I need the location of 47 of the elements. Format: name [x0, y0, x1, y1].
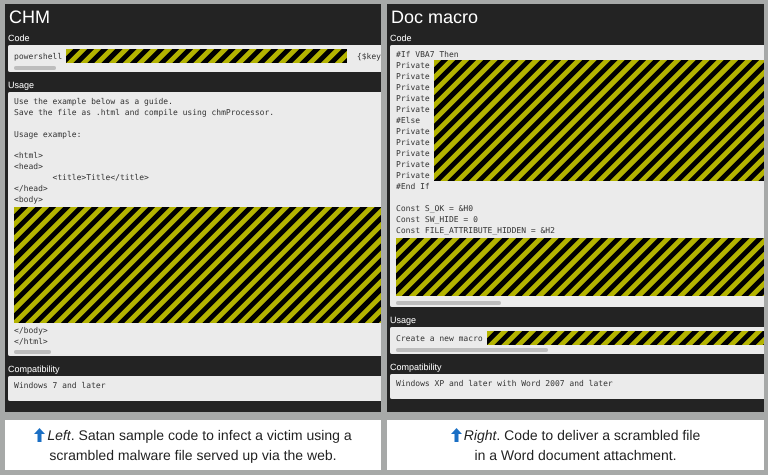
- caption: Right. Code to deliver a scrambled file in a Word document attachment.: [446, 425, 706, 465]
- up-arrow-icon: [34, 428, 46, 442]
- code-line: <head>: [14, 161, 44, 172]
- code-line: Save the file as .html and compile using chmProcessor.: [14, 106, 276, 118]
- panel-title: CHM: [8, 6, 51, 28]
- section-heading: Usage: [390, 314, 418, 327]
- code-line: Private: [396, 126, 430, 137]
- code-line: powershell: [14, 50, 62, 62]
- code-line: #If VBA7 Then: [396, 49, 460, 60]
- code-line: Private: [396, 170, 430, 181]
- code-line: </body>: [14, 325, 49, 336]
- code-line: <html>: [14, 150, 44, 162]
- code-line: </head>: [14, 183, 49, 194]
- section-heading: Code: [390, 32, 413, 45]
- code-line: Private: [396, 93, 430, 104]
- scrollbar[interactable]: [14, 66, 56, 70]
- code-line: Private: [396, 104, 430, 115]
- code-line: Const SW_HIDE = 0: [396, 214, 479, 225]
- code-line: Windows 7 and later: [14, 380, 107, 392]
- code-line: Const FILE_ATTRIBUTE_HIDDEN = &H2: [396, 225, 556, 236]
- panel-title: Doc macro: [390, 6, 480, 28]
- scrollbar[interactable]: [14, 350, 51, 354]
- caption: Left. Satan sample code to infect a victim using a scrambled malware file served up via the web.: [18, 425, 368, 465]
- code-line: #Else: [396, 115, 422, 126]
- code-line: Const S_OK = &H0: [396, 203, 474, 214]
- code-line: Windows XP and later with Word 2007 and later: [396, 378, 614, 389]
- section-heading: Compatibility: [390, 361, 443, 374]
- code-line: Private: [396, 71, 430, 82]
- code-line: <body>: [14, 194, 44, 206]
- code-line: Usage example:: [14, 128, 82, 140]
- code-line: Use the example below as a guide.: [14, 96, 174, 107]
- code-line: </html>: [14, 336, 49, 348]
- section-heading: Code: [8, 32, 31, 45]
- code-line: Private: [396, 159, 430, 170]
- code-line: Private: [396, 137, 430, 148]
- section-heading: Usage: [8, 78, 36, 92]
- code-line: {$key: [356, 52, 381, 60]
- code-line: Private: [396, 148, 430, 159]
- code-line: Private: [396, 60, 430, 71]
- scrollbar[interactable]: [396, 301, 501, 305]
- code-line: Create a new macro: [396, 332, 483, 344]
- up-arrow-icon: [450, 428, 462, 442]
- section-heading: Compatibility: [8, 363, 61, 376]
- code-line: #End If: [396, 181, 431, 192]
- code-line: <title>Title</title>: [52, 172, 150, 184]
- code-line: Private: [396, 82, 430, 93]
- scrollbar[interactable]: [396, 348, 548, 352]
